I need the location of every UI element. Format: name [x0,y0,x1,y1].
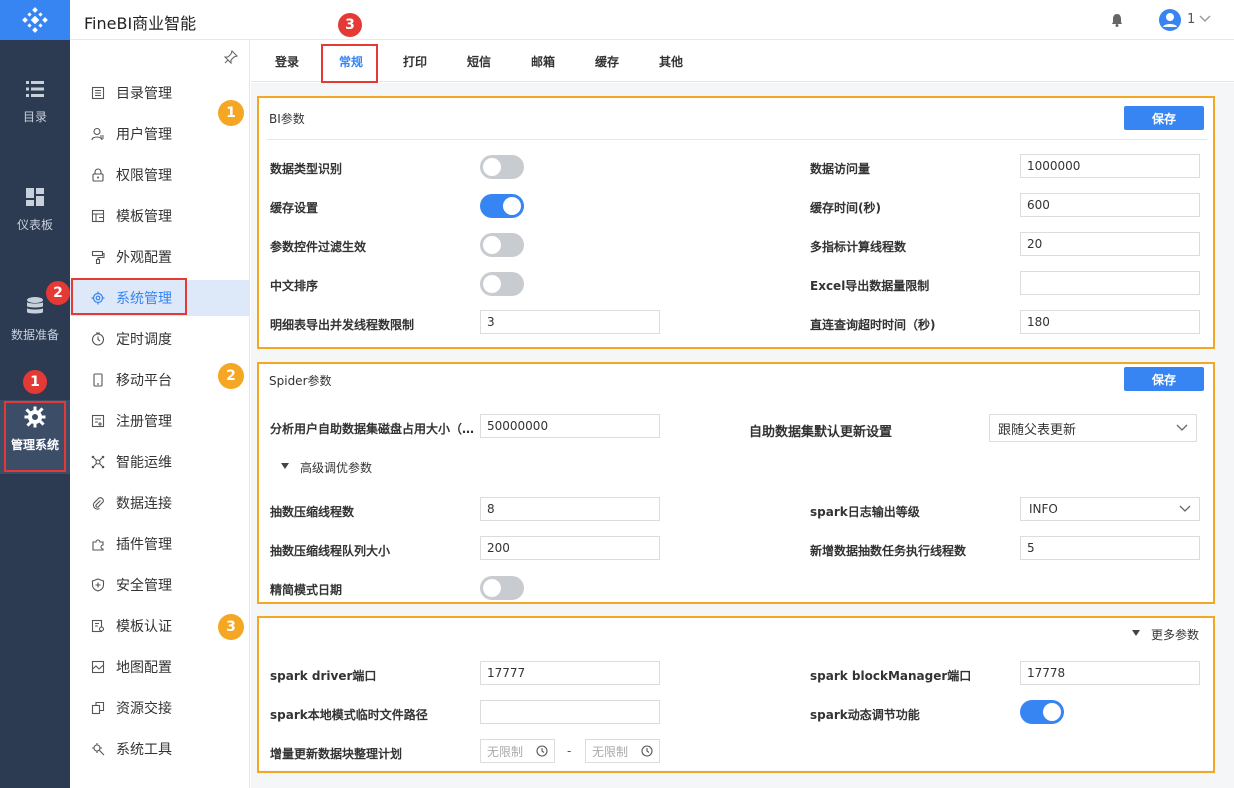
chevron-down-icon[interactable] [1199,15,1211,23]
menu-label: 地图配置 [116,660,172,676]
lock-icon [90,167,106,183]
link-icon [90,495,106,511]
nodes-icon [90,454,106,470]
top-bar: FineBI商业智能 1 [70,0,1234,40]
register-icon [90,413,106,429]
settings-tabs: 登录 常规 打印 短信 邮箱 缓存 其他 [251,40,1234,82]
tab-sms[interactable]: 短信 [467,53,491,70]
list-icon [26,81,44,97]
shield-icon [90,577,106,593]
tab-other[interactable]: 其他 [659,53,683,70]
clock-icon [90,331,106,347]
app-title: FineBI商业智能 [84,14,197,33]
brush-icon [90,249,106,265]
menu-item-map[interactable]: 地图配置 [70,649,249,685]
menu-label: 插件管理 [116,537,172,553]
highlight-frame-more [257,616,1215,773]
tab-cache[interactable]: 缓存 [595,53,619,70]
menu-item-plugins[interactable]: 插件管理 [70,526,249,562]
menu-item-templates[interactable]: 模板管理 [70,198,249,234]
step-badge-red: 3 [338,13,362,37]
highlight-frame-bi [257,96,1215,349]
menu-item-connection[interactable]: 数据连接 [70,485,249,521]
menu-label: 模板认证 [116,619,172,635]
menu-label: 智能运维 [116,455,172,471]
database-icon [27,297,43,314]
menu-label: 模板管理 [116,209,172,225]
highlight-box-general-tab [321,44,378,83]
menu-label: 权限管理 [116,168,172,184]
admin-menu: 目录管理 用户管理 权限管理 模板管理 外观配置 系统管理 定时调度 移动平台 … [70,40,250,788]
highlight-frame-spider [257,362,1215,604]
step-badge: 2 [218,363,244,389]
rail-label: 数据准备 [10,328,59,342]
menu-label: 资源交接 [116,701,172,717]
tool-icon [90,741,106,757]
menu-label: 数据连接 [116,496,172,512]
dashboard-icon [26,188,44,206]
menu-label: 外观配置 [116,250,172,266]
tab-email[interactable]: 邮箱 [531,53,555,70]
tab-print[interactable]: 打印 [403,53,427,70]
user-avatar-icon [1163,13,1177,27]
plugin-icon [90,536,106,552]
menu-item-appearance[interactable]: 外观配置 [70,239,249,275]
menu-label: 移动平台 [116,373,172,389]
handover-icon [90,700,106,716]
fine-logo-icon[interactable] [0,0,70,40]
rail-item-dashboard[interactable]: 仪表板 [0,186,70,233]
menu-label: 注册管理 [116,414,172,430]
step-badge: 3 [218,614,244,640]
mobile-icon [90,372,106,388]
map-icon [90,659,106,675]
menu-label: 用户管理 [116,127,172,143]
user-icon [90,126,106,142]
template-icon [90,208,106,224]
certificate-icon [90,618,106,634]
menu-item-security[interactable]: 安全管理 [70,567,249,603]
tab-login[interactable]: 登录 [275,53,299,70]
step-badge: 1 [218,100,244,126]
highlight-box-admin [4,401,66,472]
rail-label: 仪表板 [16,218,53,232]
menu-item-registration[interactable]: 注册管理 [70,403,249,439]
rail-label: 目录 [22,110,47,124]
step-badge-red: 2 [46,281,70,305]
menu-label: 定时调度 [116,332,172,348]
rail-item-catalog[interactable]: 目录 [0,78,70,125]
menu-item-ops[interactable]: 智能运维 [70,444,249,480]
highlight-box-system [71,278,187,315]
menu-item-handover[interactable]: 资源交接 [70,690,249,726]
menu-item-permissions[interactable]: 权限管理 [70,157,249,193]
nav-rail: 目录 仪表板 数据准备 管理系统 [0,0,70,788]
menu-label: 系统工具 [116,742,172,758]
pin-icon[interactable] [224,50,238,64]
avatar[interactable] [1159,9,1181,31]
step-badge-red: 1 [23,370,47,394]
catalog-icon [90,85,106,101]
bell-icon[interactable] [1111,13,1123,27]
menu-label: 安全管理 [116,578,172,594]
menu-item-tools[interactable]: 系统工具 [70,731,249,767]
menu-item-schedule[interactable]: 定时调度 [70,321,249,357]
user-name[interactable]: 1 [1187,12,1195,27]
menu-label: 目录管理 [116,86,172,102]
